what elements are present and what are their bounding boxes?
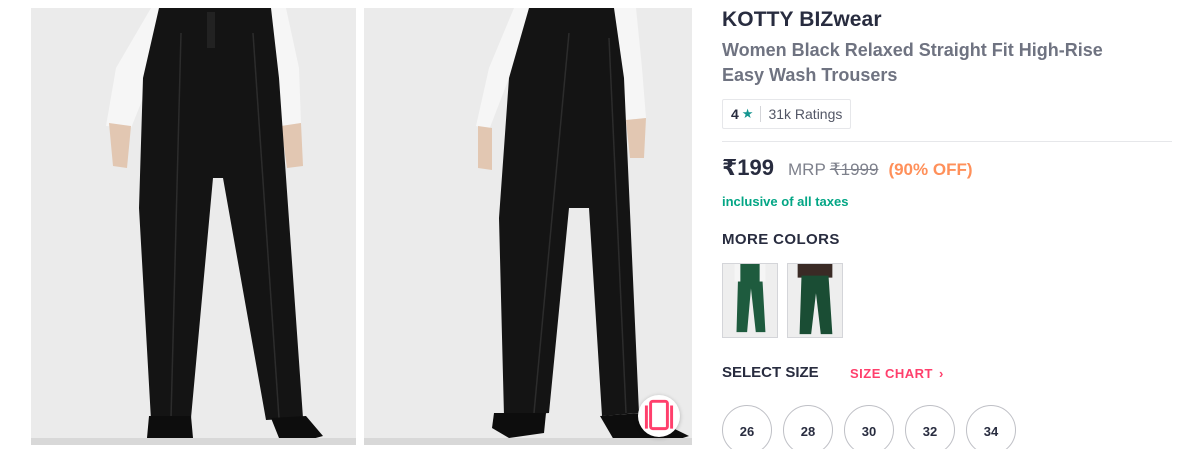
- view-similar-button[interactable]: [638, 395, 680, 437]
- mrp-value: ₹1999: [829, 160, 879, 179]
- trousers-side-illustration: [364, 8, 692, 445]
- star-icon: ★: [741, 106, 754, 121]
- section-divider: [722, 141, 1172, 142]
- size-button-34[interactable]: 34: [966, 405, 1016, 449]
- size-chart-link[interactable]: SIZE CHART ›: [850, 366, 944, 381]
- size-button-26[interactable]: 26: [722, 405, 772, 449]
- selling-price: ₹199: [722, 155, 775, 180]
- select-size-heading: SELECT SIZE: [722, 364, 819, 381]
- color-swatch-green-2[interactable]: [787, 263, 843, 338]
- brand-name[interactable]: KOTTY BIZwear: [722, 8, 882, 32]
- size-button-30[interactable]: 30: [844, 405, 894, 449]
- product-details: KOTTY BIZwear Women Black Relaxed Straig…: [722, 0, 1174, 449]
- more-colors-heading: MORE COLORS: [722, 231, 840, 248]
- product-title: Women Black Relaxed Straight Fit High-Ri…: [722, 40, 1103, 85]
- size-chart-label: SIZE CHART: [850, 366, 933, 381]
- rating-badge[interactable]: 4 ★ 31k Ratings: [722, 99, 852, 129]
- green-trousers-swatch: [723, 264, 777, 337]
- rating-value: 4: [731, 106, 739, 122]
- rating-separator: [760, 106, 762, 122]
- price-row: ₹199 MRP ₹1999 (90% OFF): [722, 155, 973, 181]
- trousers-front-illustration: [31, 8, 356, 445]
- color-swatch-green-1[interactable]: [722, 263, 778, 338]
- tax-note: inclusive of all taxes: [722, 194, 849, 209]
- green-trousers-swatch: [788, 264, 842, 337]
- similar-products-icon: [644, 399, 674, 431]
- chevron-right-icon: ›: [939, 366, 944, 381]
- discount-percent: (90% OFF): [888, 160, 973, 179]
- product-image-side[interactable]: [364, 8, 692, 445]
- size-button-32[interactable]: 32: [905, 405, 955, 449]
- mrp-label: MRP: [788, 160, 826, 179]
- size-button-28[interactable]: 28: [783, 405, 833, 449]
- rating-count: 31k Ratings: [768, 106, 843, 122]
- product-image-front[interactable]: [31, 8, 356, 445]
